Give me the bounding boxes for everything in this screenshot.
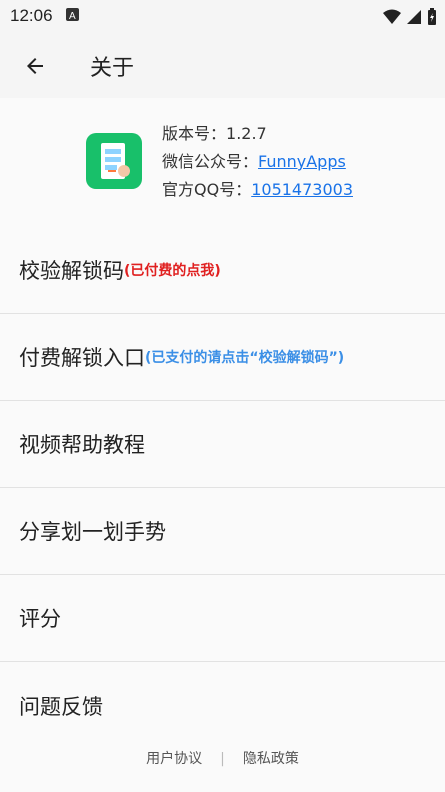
menu-item-feedback[interactable]: 问题反馈 xyxy=(0,662,445,749)
wechat-link[interactable]: FunnyApps xyxy=(258,152,346,171)
content: 版本号：1.2.7 微信公众号：FunnyApps 官方QQ号：10514730… xyxy=(0,98,445,792)
status-icons xyxy=(382,6,437,26)
menu-item-note: (已支付的请点击“校验解锁码”) xyxy=(145,350,345,366)
wechat-line: 微信公众号：FunnyApps xyxy=(162,148,353,176)
app-info: 版本号：1.2.7 微信公众号：FunnyApps 官方QQ号：10514730… xyxy=(0,98,445,218)
menu-item-label: 视频帮助教程 xyxy=(19,433,145,457)
app-bar: 关于 xyxy=(0,32,445,98)
a-notification-icon: A xyxy=(66,8,79,21)
menu-item-paid-unlock[interactable]: 付费解锁入口 (已支付的请点击“校验解锁码”) xyxy=(0,314,445,401)
app-info-lines: 版本号：1.2.7 微信公众号：FunnyApps 官方QQ号：10514730… xyxy=(162,120,353,204)
menu-item-label: 校验解锁码 xyxy=(19,259,124,283)
version-line: 版本号：1.2.7 xyxy=(162,120,353,148)
footer-separator: | xyxy=(220,751,225,767)
arrow-left-icon xyxy=(27,58,43,74)
page-title: 关于 xyxy=(90,56,135,81)
privacy-policy-link[interactable]: 隐私政策 xyxy=(243,751,299,767)
app-logo-icon xyxy=(86,133,142,189)
menu-item-label: 分享划一划手势 xyxy=(19,520,166,544)
menu-item-rate[interactable]: 评分 xyxy=(0,575,445,662)
version-label: 版本号： xyxy=(162,124,227,143)
battery-icon xyxy=(428,7,436,25)
status-bar: 12:06 A xyxy=(0,0,445,32)
menu-item-video-tutorial[interactable]: 视频帮助教程 xyxy=(0,401,445,488)
wechat-label: 微信公众号： xyxy=(162,152,259,171)
version-value: 1.2.7 xyxy=(226,124,267,143)
back-button[interactable] xyxy=(18,49,52,83)
qq-line: 官方QQ号：1051473003 xyxy=(162,176,353,204)
wifi-icon xyxy=(382,9,401,24)
user-agreement-link[interactable]: 用户协议 xyxy=(146,751,202,767)
menu-item-label: 问题反馈 xyxy=(19,694,103,719)
qq-label: 官方QQ号： xyxy=(162,180,252,199)
menu-item-share-gesture[interactable]: 分享划一划手势 xyxy=(0,488,445,575)
menu-item-label: 付费解锁入口 xyxy=(19,346,145,370)
signal-icon xyxy=(406,9,421,24)
menu-item-verify-unlock-code[interactable]: 校验解锁码 (已付费的点我) xyxy=(0,227,445,314)
svg-text:A: A xyxy=(69,11,76,21)
footer: 用户协议 | 隐私政策 xyxy=(0,748,445,768)
status-time: 12:06 xyxy=(10,6,53,25)
qq-link[interactable]: 1051473003 xyxy=(251,180,353,199)
menu-item-note: (已付费的点我) xyxy=(124,263,221,279)
menu-item-label: 评分 xyxy=(19,607,61,631)
